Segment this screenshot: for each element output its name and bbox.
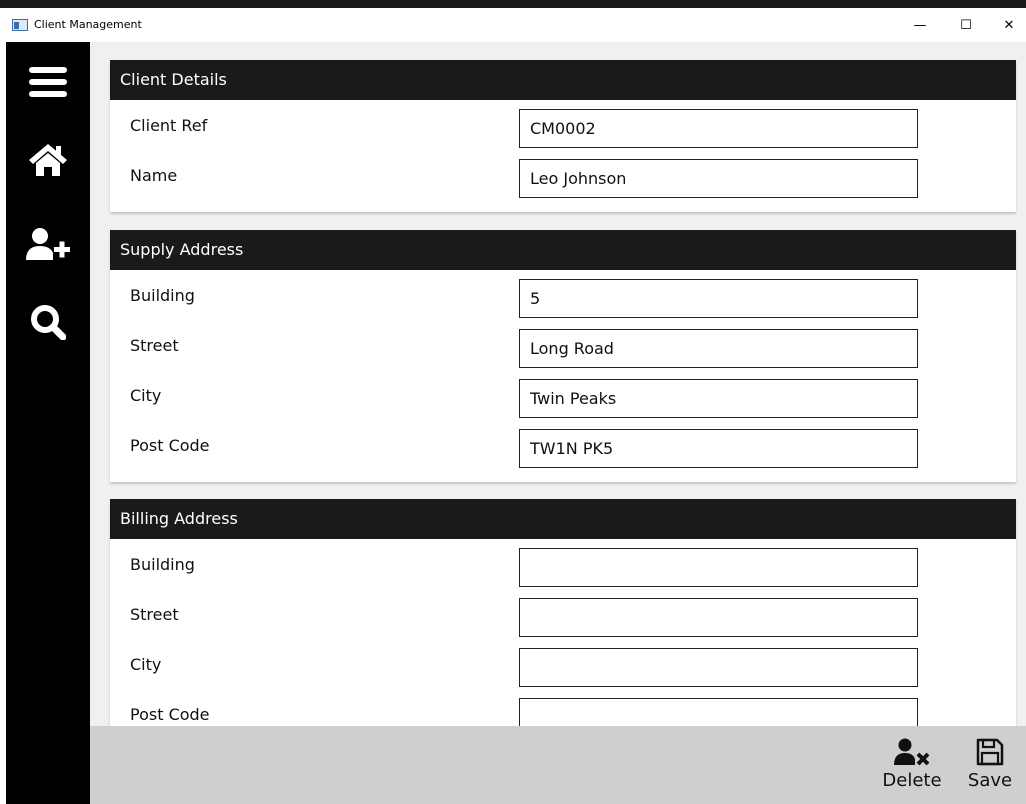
billing-city-row: City bbox=[110, 639, 1016, 689]
billing-city-label: City bbox=[130, 655, 162, 674]
add-client-button[interactable] bbox=[6, 214, 90, 274]
close-button[interactable]: ✕ bbox=[995, 16, 1023, 36]
home-icon bbox=[29, 144, 67, 176]
client-ref-label: Client Ref bbox=[130, 116, 208, 135]
name-input[interactable] bbox=[519, 159, 918, 198]
save-button[interactable]: Save bbox=[962, 738, 1018, 791]
add-user-icon bbox=[26, 228, 70, 260]
sidebar-nav bbox=[6, 42, 90, 804]
supply-city-input[interactable] bbox=[519, 379, 918, 418]
supply-postcode-input[interactable] bbox=[519, 429, 918, 468]
billing-street-label: Street bbox=[130, 605, 179, 624]
supply-street-label: Street bbox=[130, 336, 179, 355]
name-row: Name bbox=[110, 150, 1016, 200]
client-details-heading: Client Details bbox=[110, 60, 1016, 100]
supply-street-row: Street bbox=[110, 320, 1016, 370]
billing-postcode-input[interactable] bbox=[519, 698, 918, 726]
action-bar: Delete Save bbox=[90, 726, 1026, 804]
billing-street-input[interactable] bbox=[519, 598, 918, 637]
billing-address-heading: Billing Address bbox=[110, 499, 1016, 539]
delete-button[interactable]: Delete bbox=[876, 738, 948, 791]
delete-label: Delete bbox=[882, 770, 942, 791]
billing-city-input[interactable] bbox=[519, 648, 918, 687]
supply-postcode-row: Post Code bbox=[110, 420, 1016, 470]
billing-building-row: Building bbox=[110, 539, 1016, 589]
client-ref-row: Client Ref bbox=[110, 100, 1016, 150]
menu-button[interactable] bbox=[6, 52, 90, 112]
window-top-edge bbox=[0, 0, 1026, 8]
supply-address-heading: Supply Address bbox=[110, 230, 1016, 270]
supply-building-row: Building bbox=[110, 270, 1016, 320]
search-icon bbox=[31, 305, 66, 340]
billing-postcode-label: Post Code bbox=[130, 705, 210, 724]
supply-address-section: Supply Address Building Street City Post… bbox=[110, 230, 1016, 482]
client-form: Client Details Client Ref Name Supply Ad… bbox=[90, 42, 1026, 726]
supply-postcode-label: Post Code bbox=[130, 436, 210, 455]
app-icon bbox=[12, 19, 28, 31]
supply-building-label: Building bbox=[130, 286, 195, 305]
client-details-section: Client Details Client Ref Name bbox=[110, 60, 1016, 212]
floppy-disk-icon bbox=[976, 738, 1004, 766]
remove-user-icon bbox=[894, 738, 930, 766]
billing-building-label: Building bbox=[130, 555, 195, 574]
maximize-button[interactable]: ☐ bbox=[952, 16, 980, 36]
title-bar[interactable]: Client Management — ☐ ✕ bbox=[0, 8, 1026, 42]
billing-address-section: Billing Address Building Street City Pos… bbox=[110, 499, 1016, 726]
supply-city-label: City bbox=[130, 386, 162, 405]
client-ref-input[interactable] bbox=[519, 109, 918, 148]
minimize-button[interactable]: — bbox=[906, 16, 934, 36]
billing-building-input[interactable] bbox=[519, 548, 918, 587]
window-title: Client Management bbox=[34, 18, 142, 31]
search-button[interactable] bbox=[6, 292, 90, 352]
name-label: Name bbox=[130, 166, 178, 185]
home-button[interactable] bbox=[6, 130, 90, 190]
billing-postcode-row: Post Code bbox=[110, 689, 1016, 726]
supply-building-input[interactable] bbox=[519, 279, 918, 318]
hamburger-menu-icon bbox=[29, 67, 67, 97]
supply-street-input[interactable] bbox=[519, 329, 918, 368]
supply-city-row: City bbox=[110, 370, 1016, 420]
billing-street-row: Street bbox=[110, 589, 1016, 639]
save-label: Save bbox=[967, 770, 1013, 791]
